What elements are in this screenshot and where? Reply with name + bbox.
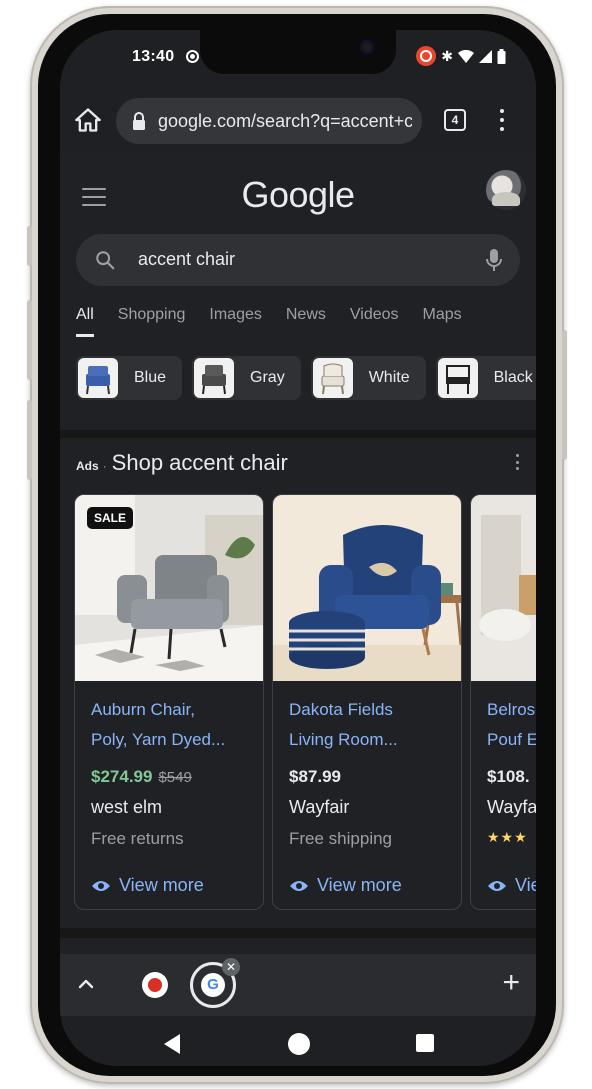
side-button-left-2 <box>27 300 32 380</box>
eye-icon <box>290 880 308 891</box>
chip-white[interactable]: White <box>310 356 426 400</box>
lock-icon <box>133 112 145 130</box>
tab-maps[interactable]: Maps <box>423 306 462 337</box>
side-button-right <box>562 330 567 460</box>
google-logo[interactable]: Google <box>60 174 536 216</box>
view-more-link[interactable]: View more <box>289 875 402 896</box>
close-tab-icon[interactable]: ✕ <box>222 958 240 976</box>
status-time: 13:40 <box>132 48 175 65</box>
recents-icon[interactable] <box>416 1034 434 1052</box>
battery-icon <box>497 48 506 64</box>
product-card[interactable]: SALE Auburn Chair, Poly, Yarn Dyed... $2… <box>74 494 264 910</box>
product-image: SALE <box>75 495 263 681</box>
chip-thumbnail <box>312 358 353 398</box>
new-tab-plus-icon[interactable]: + <box>502 968 520 998</box>
product-price: $274.99 $549 <box>91 767 192 786</box>
search-box[interactable]: accent chair <box>76 234 520 286</box>
product-image <box>471 495 536 681</box>
eye-icon <box>488 880 506 891</box>
chevron-up-icon[interactable] <box>76 974 96 994</box>
chip-label: Black <box>493 369 533 386</box>
tab-all[interactable]: All <box>76 306 94 337</box>
ads-label: Ads <box>76 459 99 473</box>
search-input[interactable]: accent chair <box>138 249 235 270</box>
home-button-icon[interactable] <box>288 1033 310 1055</box>
product-image <box>273 495 461 681</box>
home-icon[interactable] <box>74 106 102 134</box>
ads-title: Shop accent chair <box>111 450 288 475</box>
tab-shopping[interactable]: Shopping <box>118 306 186 337</box>
product-shipping: Free returns <box>91 829 184 848</box>
chip-label: Gray <box>250 369 285 386</box>
chip-gray[interactable]: Gray <box>192 356 301 400</box>
section-divider <box>60 430 536 438</box>
product-store: Wayfair <box>289 797 350 817</box>
ads-separator: · <box>102 459 107 473</box>
view-more-link[interactable]: View more <box>91 875 204 896</box>
signal-icon <box>479 49 492 63</box>
account-avatar[interactable] <box>486 170 526 210</box>
system-nav-bar <box>60 1016 536 1066</box>
product-card[interactable]: Dakota Fields Living Room... $87.99 Wayf… <box>272 494 462 910</box>
front-camera <box>360 40 374 54</box>
tab-news[interactable]: News <box>286 306 326 337</box>
original-price: $549 <box>158 769 192 786</box>
tab-images[interactable]: Images <box>209 306 261 337</box>
search-icon <box>96 251 115 270</box>
product-price: $87.99 <box>289 767 341 786</box>
chip-label: White <box>368 369 410 386</box>
notch <box>200 30 396 74</box>
tab-favicon[interactable] <box>142 972 168 998</box>
product-title[interactable]: Auburn Chair, Poly, Yarn Dyed... <box>91 695 255 755</box>
chip-thumbnail <box>437 358 478 398</box>
wifi-icon <box>458 49 474 63</box>
browser-menu-icon[interactable] <box>492 106 512 134</box>
section-divider <box>60 928 536 938</box>
chip-thumbnail <box>194 358 235 398</box>
product-price: $108. <box>487 767 530 786</box>
address-bar[interactable]: google.com/search?q=accent+chair <box>116 98 422 144</box>
phone-screen: 13:40 ✱ google.com/search?q=accent+chair… <box>60 30 536 1066</box>
chip-thumbnail <box>78 358 118 398</box>
side-button-left-3 <box>27 400 32 480</box>
product-shipping: Free shipping <box>289 829 393 848</box>
tab-videos[interactable]: Videos <box>350 306 399 337</box>
chip-label: Blue <box>134 369 167 386</box>
back-icon[interactable] <box>164 1034 180 1054</box>
microphone-icon[interactable] <box>486 248 502 272</box>
status-icons: ✱ <box>416 46 506 66</box>
tab-group-bar: ✕ + <box>60 954 536 1016</box>
bluetooth-icon: ✱ <box>441 48 453 64</box>
product-store: Wayfair <box>487 797 536 817</box>
product-card[interactable]: Belrose Pouf E $108. Wayfair ★★★ View mo… <box>470 494 536 910</box>
recording-indicator-icon <box>416 46 437 66</box>
ads-header: Ads · Shop accent chair <box>76 450 288 476</box>
eye-icon <box>92 880 110 891</box>
side-button-left-1 <box>27 226 32 266</box>
product-carousel: SALE Auburn Chair, Poly, Yarn Dyed... $2… <box>74 494 536 914</box>
view-more-link[interactable]: View more <box>487 875 536 896</box>
search-tabs: All Shopping Images News Videos Maps <box>76 306 486 337</box>
rating-stars: ★★★ <box>487 829 528 845</box>
search-results-page: Google accent chair All Shopping Images … <box>60 154 536 954</box>
chip-black[interactable]: Black <box>435 356 536 400</box>
screen-record-icon <box>186 50 199 63</box>
chip-blue[interactable]: Blue <box>76 356 183 400</box>
ads-more-icon[interactable] <box>514 454 520 470</box>
browser-toolbar: google.com/search?q=accent+chair 4 <box>60 92 536 152</box>
product-title[interactable]: Belrose Pouf E <box>487 695 536 755</box>
product-store: west elm <box>91 797 163 817</box>
refinement-chips: Blue Gray White Black <box>76 356 536 400</box>
url-text: google.com/search?q=accent+chair <box>158 111 412 131</box>
tab-switcher-button[interactable]: 4 <box>444 109 466 131</box>
product-title[interactable]: Dakota Fields Living Room... <box>289 695 453 755</box>
sale-badge: SALE <box>87 507 134 529</box>
